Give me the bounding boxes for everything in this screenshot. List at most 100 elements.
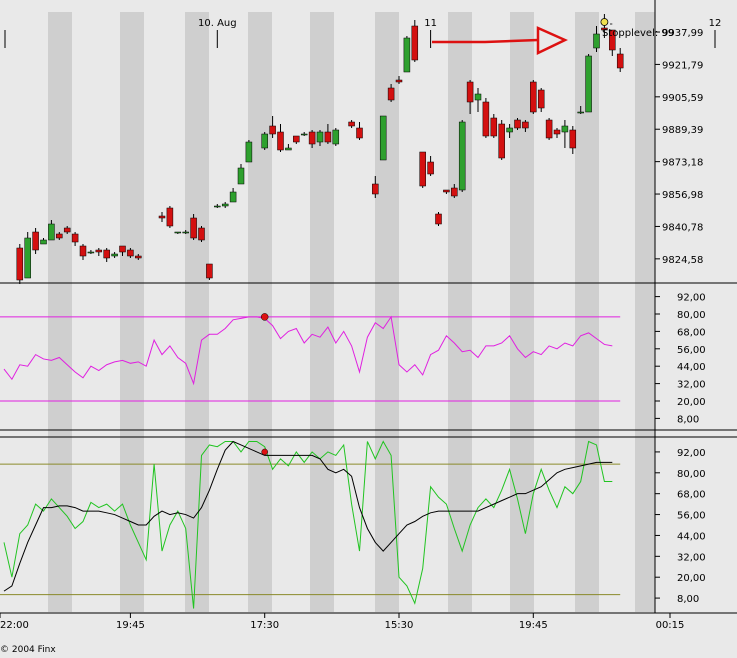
price-ytick-label-1: 9921,79 [662, 60, 703, 71]
candle-body-68 [593, 33, 600, 49]
candle-body-9 [87, 251, 95, 254]
candle-body-46 [419, 151, 426, 187]
rsi-ytick-label-6: 20,00 [677, 397, 706, 408]
stoch-ytick-label-1: 80,00 [677, 469, 706, 480]
time-band-0 [48, 12, 72, 612]
candle-body-1 [24, 237, 31, 279]
price-ytick-label-7: 9824,58 [662, 255, 703, 266]
candle-body-67 [585, 55, 592, 113]
time-tick-label-5: 00:15 [656, 620, 685, 631]
candle-body-7 [71, 233, 79, 243]
candle-body-22 [206, 263, 213, 279]
rsi-ytick-label-4: 44,00 [677, 362, 706, 373]
candle-body-51 [458, 121, 466, 191]
candle-body-61 [537, 89, 545, 109]
candle-body-14 [127, 249, 134, 257]
candle-body-30 [277, 131, 284, 151]
stoch-ytick-label-4: 44,00 [677, 531, 706, 542]
stoch-ytick-label-3: 56,00 [677, 511, 706, 522]
candle-body-32 [293, 135, 300, 143]
candle-body-27 [245, 141, 253, 163]
chart-background [0, 0, 737, 658]
candle-body-57 [506, 127, 513, 133]
time-band-3 [248, 12, 272, 612]
top-date-label-0: 10. Aug [198, 18, 237, 29]
candle-body-50 [451, 187, 458, 197]
candle-body-35 [316, 131, 324, 143]
candle-body-16 [158, 215, 166, 219]
candle-body-6 [63, 227, 71, 233]
candle-body-38 [348, 121, 355, 127]
candle-body-59 [522, 121, 529, 129]
candle-body-48 [435, 213, 442, 225]
current-price-marker [600, 18, 609, 26]
candle-body-0 [16, 247, 24, 281]
price-ytick-label-6: 9840,78 [662, 222, 703, 233]
candle-body-39 [356, 127, 363, 139]
candle-body-54 [482, 101, 490, 137]
candle-body-12 [111, 253, 118, 257]
time-tick-label-1: 19:45 [116, 620, 145, 631]
candle-body-53 [474, 93, 482, 101]
candle-body-42 [387, 87, 395, 101]
stoch-ytick-label-6: 20,00 [677, 573, 706, 584]
candle-body-24 [221, 203, 229, 207]
candle-body-5 [56, 233, 63, 239]
candle-body-62 [545, 119, 553, 139]
rsi-ytick-label-0: 92,00 [677, 293, 706, 304]
candle-body-37 [332, 129, 340, 145]
price-ytick-label-2: 9905,59 [662, 93, 703, 104]
candle-body-43 [395, 79, 403, 83]
candle-body-55 [490, 117, 498, 137]
candle-body-10 [95, 249, 103, 253]
candle-body-13 [119, 245, 126, 253]
stock-chart[interactable]: 9937,999921,799905,599889,399873,189856,… [0, 0, 737, 658]
time-tick-label-4: 19:45 [519, 620, 548, 631]
candle-body-64 [561, 125, 569, 133]
candle-body-15 [135, 255, 142, 259]
price-ytick-label-3: 9889,39 [662, 125, 703, 136]
candle-body-28 [261, 133, 268, 149]
candle-body-60 [530, 81, 537, 113]
candle-body-52 [466, 81, 474, 103]
copyright-footer: © 2004 Finx [0, 645, 56, 655]
candle-body-3 [40, 239, 47, 245]
rsi-ytick-label-1: 80,00 [677, 310, 706, 321]
candle-body-47 [427, 161, 434, 175]
top-date-label-2: 12 [709, 18, 722, 29]
candle-body-66 [577, 111, 584, 114]
rsi-ytick-label-2: 68,00 [677, 327, 706, 338]
stoch-ytick-label-0: 92,00 [677, 448, 706, 459]
time-tick-label-0: 22:00 [0, 620, 29, 631]
candle-body-63 [553, 129, 561, 135]
time-tick-label-3: 15:30 [385, 620, 414, 631]
time-tick-label-2: 17:30 [250, 620, 279, 631]
time-bands [0, 0, 737, 658]
candle-body-29 [269, 125, 276, 135]
candle-body-18 [174, 231, 182, 234]
stopplevel-label: Stopplevel: 99 [602, 28, 674, 39]
top-date-label-1: 11 [424, 18, 437, 29]
rsi-ytick-label-3: 56,00 [677, 345, 706, 356]
candle-body-21 [198, 227, 205, 241]
price-ytick-label-4: 9873,18 [662, 158, 703, 169]
candle-body-20 [190, 217, 197, 239]
candle-body-34 [308, 131, 316, 145]
candle-body-71 [616, 53, 624, 69]
time-band-4 [310, 12, 334, 612]
candle-body-58 [514, 119, 521, 129]
candle-body-26 [237, 167, 245, 185]
stoch-marker [261, 448, 268, 456]
candle-body-17 [166, 207, 174, 227]
candle-body-2 [32, 231, 39, 251]
candle-body-44 [403, 37, 411, 73]
candle-body-49 [443, 189, 450, 193]
candle-body-4 [48, 223, 55, 241]
candle-body-23 [214, 205, 221, 208]
candle-body-19 [182, 231, 189, 234]
rsi-ytick-label-5: 32,00 [677, 380, 706, 391]
candle-body-25 [229, 191, 237, 203]
candle-body-31 [285, 147, 292, 151]
candle-body-40 [372, 183, 379, 195]
candle-body-56 [498, 123, 505, 159]
